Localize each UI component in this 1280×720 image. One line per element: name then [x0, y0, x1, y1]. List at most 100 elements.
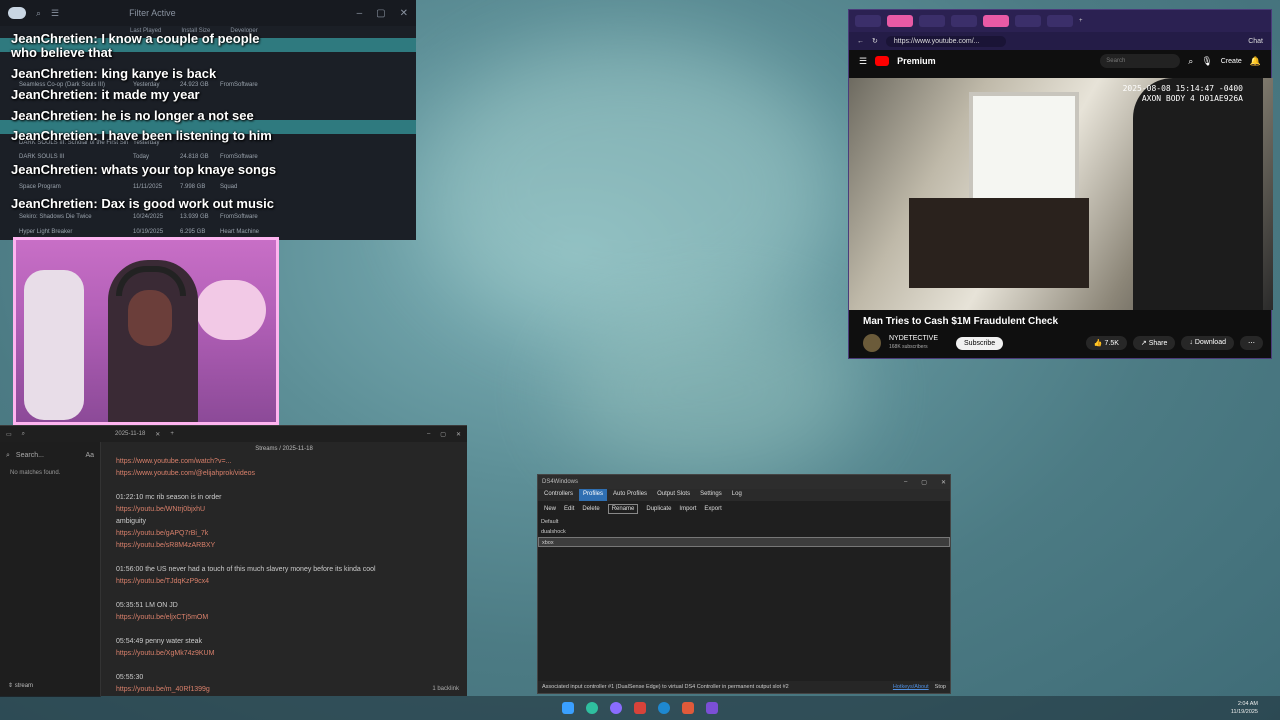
channel-name[interactable]: NYDETECTIVE: [889, 335, 938, 342]
no-matches-text: No matches found.: [10, 470, 61, 476]
export-button[interactable]: Export: [704, 506, 721, 512]
tab-auto-profiles[interactable]: Auto Profiles: [609, 489, 651, 501]
new-tab-icon[interactable]: +: [170, 431, 174, 437]
browser-tab[interactable]: [951, 15, 977, 27]
browser-tab-active[interactable]: [887, 15, 913, 27]
sidebar-search[interactable]: ⌕ Search... Aa: [6, 452, 94, 460]
mic-icon[interactable]: 🎙: [1201, 56, 1212, 67]
delete-button[interactable]: Delete: [582, 506, 599, 512]
tab-date[interactable]: 2025-11-18: [115, 431, 145, 437]
table-row[interactable]: Space Program 11/11/2025 7.998 GB Squad: [0, 180, 416, 194]
gaming-chair: [24, 270, 84, 420]
import-button[interactable]: Import: [679, 506, 696, 512]
reload-icon[interactable]: ↻: [872, 37, 878, 45]
browser-tab[interactable]: [983, 15, 1009, 27]
profile-item-selected[interactable]: xbox: [538, 537, 950, 547]
close-tab-icon[interactable]: ✕: [155, 431, 160, 438]
chat-message: JeanChretien: I know a couple of people …: [11, 32, 281, 60]
maximize-icon[interactable]: ▢: [921, 479, 927, 486]
like-button[interactable]: 👍 7.5K: [1085, 336, 1127, 350]
note-link[interactable]: https://youtu.be/XgMk74z9KUM: [116, 648, 456, 660]
youtube-logo-icon[interactable]: [875, 56, 890, 66]
profile-item[interactable]: dualshock: [538, 527, 950, 537]
last-played: Today: [133, 154, 150, 160]
maximize-icon[interactable]: ▢: [440, 431, 446, 438]
new-tab-icon[interactable]: +: [1079, 18, 1083, 24]
channel-avatar[interactable]: [863, 334, 881, 352]
backlink-count[interactable]: 1 backlink: [432, 686, 459, 692]
note-link[interactable]: https://youtu.be/m_40Rf1399g: [116, 684, 456, 696]
minimize-icon[interactable]: –: [904, 479, 907, 486]
channel-info[interactable]: NYDETECTIVE 168K subscribers: [889, 334, 938, 352]
system-clock[interactable]: 2:04 AM 11/19/2025: [1231, 700, 1258, 716]
close-icon[interactable]: ✕: [400, 8, 408, 19]
minimize-icon[interactable]: –: [427, 431, 430, 437]
bodycam-stamp: 2025-08-08 15:14:47 -0400 AXON BODY 4 D0…: [1123, 84, 1243, 104]
note-link[interactable]: https://youtu.be/eljxCTj5mOM: [116, 612, 456, 624]
note-link[interactable]: https://youtu.be/TJdqKzP9cx4: [116, 576, 456, 588]
developer: FromSoftware: [220, 154, 258, 160]
tab-settings[interactable]: Settings: [696, 489, 726, 501]
maximize-icon[interactable]: ▢: [376, 8, 385, 19]
download-button[interactable]: ↓ Download: [1181, 336, 1234, 350]
browser-tab[interactable]: [855, 15, 881, 27]
share-button[interactable]: ↗ Share: [1132, 336, 1176, 350]
folder-icon[interactable]: ▭: [6, 431, 12, 438]
subscribe-button[interactable]: Subscribe: [956, 336, 1004, 350]
close-icon[interactable]: ✕: [456, 431, 461, 438]
browser-tab[interactable]: [1015, 15, 1041, 27]
rename-button[interactable]: Rename: [607, 504, 639, 514]
start-icon[interactable]: [562, 702, 574, 714]
back-icon[interactable]: ←: [857, 38, 864, 45]
pdf-icon[interactable]: [634, 702, 646, 714]
search-input[interactable]: Search: [1100, 54, 1181, 68]
youtube-brand[interactable]: Premium: [897, 56, 936, 66]
stop-button[interactable]: Stop: [935, 684, 946, 690]
ds4windows-window: DS4Windows – ▢ ✕ Controllers Profiles Au…: [537, 474, 951, 694]
note-link[interactable]: https://youtu.be/sR8M4zARBXY: [116, 540, 456, 552]
browser-icon[interactable]: [610, 702, 622, 714]
duplicate-button[interactable]: Duplicate: [646, 506, 671, 512]
edge-alt-icon[interactable]: [658, 702, 670, 714]
search-input[interactable]: Search...: [16, 452, 44, 460]
minimize-icon[interactable]: –: [357, 8, 363, 19]
tab-log[interactable]: Log: [728, 489, 746, 501]
more-icon[interactable]: ⋯: [1240, 336, 1263, 350]
close-icon[interactable]: ✕: [941, 479, 946, 486]
search-icon[interactable]: ⌕: [1188, 56, 1193, 67]
list-icon[interactable]: ☰: [51, 8, 59, 19]
new-button[interactable]: New: [544, 506, 556, 512]
address-bar[interactable]: https://www.youtube.com/...: [885, 35, 1006, 47]
search-icon[interactable]: ⌕: [36, 8, 41, 19]
browser-tab[interactable]: [919, 15, 945, 27]
match-case-icon[interactable]: Aa: [85, 452, 94, 460]
note-link[interactable]: https://www.youtube.com/@elijahprok/vide…: [116, 468, 456, 480]
obsidian-icon[interactable]: [706, 702, 718, 714]
bell-icon[interactable]: 🔔: [1250, 56, 1261, 67]
table-row[interactable]: Sekiro: Shadows Die Twice 10/24/2025 13.…: [0, 210, 416, 224]
filter-active-label[interactable]: Filter Active: [129, 8, 176, 18]
tab-controllers[interactable]: Controllers: [540, 489, 577, 501]
edit-button[interactable]: Edit: [564, 506, 574, 512]
note-link[interactable]: https://youtu.be/gAPQ7rBi_7k: [116, 528, 456, 540]
menu-icon[interactable]: ☰: [859, 56, 867, 67]
chat-button[interactable]: Chat: [1248, 38, 1263, 45]
tab-profiles[interactable]: Profiles: [579, 489, 608, 501]
chat-message: JeanChretien: I have been listening to h…: [11, 129, 281, 143]
browser-tab[interactable]: [1047, 15, 1073, 27]
video-player[interactable]: 2025-08-08 15:14:47 -0400 AXON BODY 4 D0…: [849, 78, 1273, 310]
create-button[interactable]: Create: [1221, 58, 1242, 65]
note-link[interactable]: https://youtu.be/WNtrj0bjxhU: [116, 504, 456, 516]
install-size: 24.818 GB: [180, 154, 209, 160]
note-content[interactable]: https://www.youtube.com/watch?v=... https…: [116, 456, 456, 696]
vault-switcher[interactable]: ⇕ stream: [8, 682, 33, 689]
game-name: Space Program: [19, 184, 61, 190]
hotkeys-link[interactable]: Hotkeys/About: [893, 684, 929, 690]
edge-icon[interactable]: [586, 702, 598, 714]
window-scene: [969, 92, 1079, 202]
profile-item[interactable]: Default: [538, 517, 950, 527]
note-link[interactable]: https://www.youtube.com/watch?v=...: [116, 456, 456, 468]
game-icon[interactable]: [682, 702, 694, 714]
tab-output-slots[interactable]: Output Slots: [653, 489, 694, 501]
search-icon[interactable]: ⌕: [22, 431, 25, 438]
